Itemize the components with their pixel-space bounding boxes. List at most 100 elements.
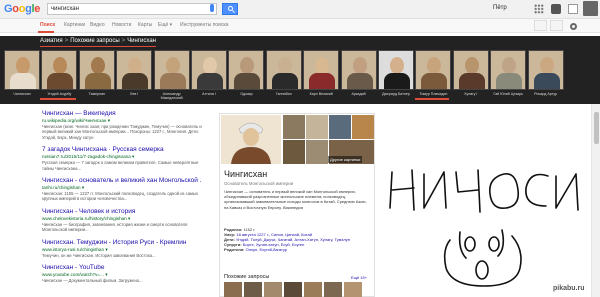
selected-thumb-indicator — [40, 98, 76, 100]
carousel-thumb-label[interactable]: Карл Великий — [302, 92, 340, 96]
share-icon[interactable] — [568, 4, 578, 14]
safe-search-button[interactable] — [550, 20, 563, 31]
result-title[interactable]: Чингисхан - Человек и история — [42, 208, 202, 216]
main-portrait-image[interactable] — [221, 115, 281, 164]
portrait-body — [346, 73, 373, 89]
portrait-body — [421, 73, 448, 89]
portrait-face — [128, 57, 143, 74]
result-snippet: Темучин, он же Чингисхан. История завоев… — [42, 252, 156, 258]
apps-grid-icon[interactable] — [534, 4, 544, 14]
tab-maps[interactable]: Карты — [138, 22, 152, 28]
portrait-body — [234, 73, 261, 89]
carousel-thumb-label[interactable]: Александр Македонский — [153, 92, 191, 100]
result-item: Чингисхан - YouTube www.youtube.com/watc… — [42, 264, 202, 283]
search-button[interactable] — [222, 3, 238, 15]
carousel-thumb[interactable] — [228, 50, 265, 90]
portrait-body — [533, 73, 560, 89]
portrait-body — [122, 73, 149, 89]
gallery-image[interactable] — [306, 115, 328, 139]
google-logo[interactable]: Google — [4, 3, 40, 15]
carousel-thumb-label[interactable]: Джерард Батлер — [377, 92, 415, 96]
related-image[interactable] — [284, 282, 302, 297]
result-snippet: Русская семерка — 7 загадок о самом вели… — [42, 160, 199, 171]
carousel-thumb[interactable] — [415, 50, 452, 90]
tab-more[interactable]: Ещё ▾ — [158, 22, 172, 28]
gallery-image[interactable] — [306, 140, 328, 164]
portrait-body — [10, 73, 36, 89]
related-view-all-link[interactable]: Ещё 15+ — [351, 275, 367, 280]
portrait-face — [539, 57, 554, 74]
result-item: Чингисхан - основатель и великий хан Мон… — [42, 177, 202, 202]
result-title[interactable]: Чингисхан — Википедия — [42, 110, 202, 118]
knowledge-panel: Другие картинки Чингисхан Основатель Мон… — [219, 113, 375, 297]
related-image[interactable] — [244, 282, 262, 297]
view-toggle-button[interactable] — [534, 20, 547, 31]
result-title[interactable]: Чингисхан. Темуджин - История Руси - Кре… — [42, 239, 202, 247]
tab-video[interactable]: Видео — [90, 22, 105, 28]
related-image[interactable] — [324, 282, 342, 297]
carousel-thumb[interactable] — [452, 50, 489, 90]
carousel-thumb-label[interactable]: Ричард Артур — [527, 92, 565, 96]
carousel-thumb[interactable] — [340, 50, 377, 90]
gallery-image[interactable] — [352, 115, 374, 139]
carousel-thumb-label[interactable]: Аркадий — [340, 92, 378, 96]
carousel-thumb-label[interactable]: Угэдэй Ахурбу — [40, 92, 78, 96]
carousel-thumb-label[interactable]: Аттила І — [190, 92, 228, 96]
carousel-thumb-label[interactable]: Лев I — [115, 92, 153, 96]
notifications-icon[interactable] — [551, 4, 561, 14]
result-title[interactable]: 7 загадок Чингисхана · Русская семерка — [42, 146, 202, 154]
carousel-thumb[interactable] — [153, 50, 190, 90]
search-input[interactable]: чингисхан — [47, 3, 217, 15]
carousel-thumb[interactable] — [4, 50, 40, 90]
tab-news[interactable]: Новости — [112, 22, 131, 28]
carousel-thumb-label[interactable]: Тамерлан — [78, 92, 116, 96]
result-item: Чингисхан — Википедия ru.wikipedia.org/w… — [42, 110, 202, 140]
related-image[interactable] — [264, 282, 282, 297]
related-image[interactable] — [224, 282, 242, 297]
page-scrollbar[interactable] — [591, 104, 600, 297]
result-title[interactable]: Чингисхан - основатель и великий хан Мон… — [42, 177, 202, 185]
portrait-body — [458, 73, 485, 89]
active-tab-indicator — [38, 31, 54, 33]
tab-search-tools[interactable]: Инструменты поиска — [180, 22, 228, 28]
result-title[interactable]: Чингисхан - YouTube — [42, 264, 202, 272]
user-name[interactable]: Пётр — [493, 5, 507, 11]
scrollbar-thumb[interactable] — [594, 112, 599, 144]
highlighted-thumb-indicator — [415, 98, 449, 100]
hand-drawn-doodle — [389, 169, 579, 287]
portrait-face — [165, 57, 180, 74]
tab-all[interactable]: Поиск — [40, 22, 55, 28]
carousel-thumb-label[interactable]: Одоакр — [227, 92, 265, 96]
portrait-face — [277, 57, 292, 74]
carousel-thumb[interactable] — [378, 50, 414, 90]
carousel-thumb[interactable] — [490, 50, 527, 90]
related-image[interactable] — [304, 282, 322, 297]
carousel-thumb[interactable] — [116, 50, 153, 90]
carousel-thumb-label[interactable]: Тимур Плачидин — [414, 92, 452, 96]
carousel-thumb[interactable] — [41, 50, 78, 90]
carousel-thumb[interactable] — [191, 50, 227, 90]
portrait-face — [90, 57, 105, 74]
carousel-thumb[interactable] — [303, 50, 340, 90]
tab-images[interactable]: Картинки — [64, 22, 85, 28]
related-image[interactable] — [344, 282, 362, 297]
avatar[interactable] — [583, 1, 598, 16]
carousel-thumb-label[interactable]: Гай Юлий Цезарь — [489, 92, 527, 96]
microphone-icon[interactable] — [210, 4, 214, 12]
carousel-thumb[interactable] — [78, 50, 115, 90]
gallery-image[interactable] — [283, 115, 305, 139]
portrait-face — [502, 57, 517, 74]
carousel-thumb-label[interactable]: Хулагу I — [452, 92, 490, 96]
gear-icon[interactable] — [570, 23, 577, 30]
more-images-link[interactable]: Другие картинки — [328, 156, 363, 163]
carousel-thumb[interactable] — [527, 50, 564, 90]
carousel-thumb[interactable] — [265, 50, 302, 90]
carousel-thumb-label[interactable]: Чингисхан — [3, 92, 41, 96]
portrait-face — [315, 57, 330, 74]
gallery-image[interactable] — [329, 115, 351, 139]
carousel-thumb-label[interactable]: Ганнибал — [265, 92, 303, 96]
gallery-image[interactable] — [283, 140, 305, 164]
search-tabs: Поиск Картинки Видео Новости Карты Ещё ▾… — [0, 19, 600, 33]
portrait-face — [352, 57, 367, 74]
portrait-body — [384, 73, 410, 89]
